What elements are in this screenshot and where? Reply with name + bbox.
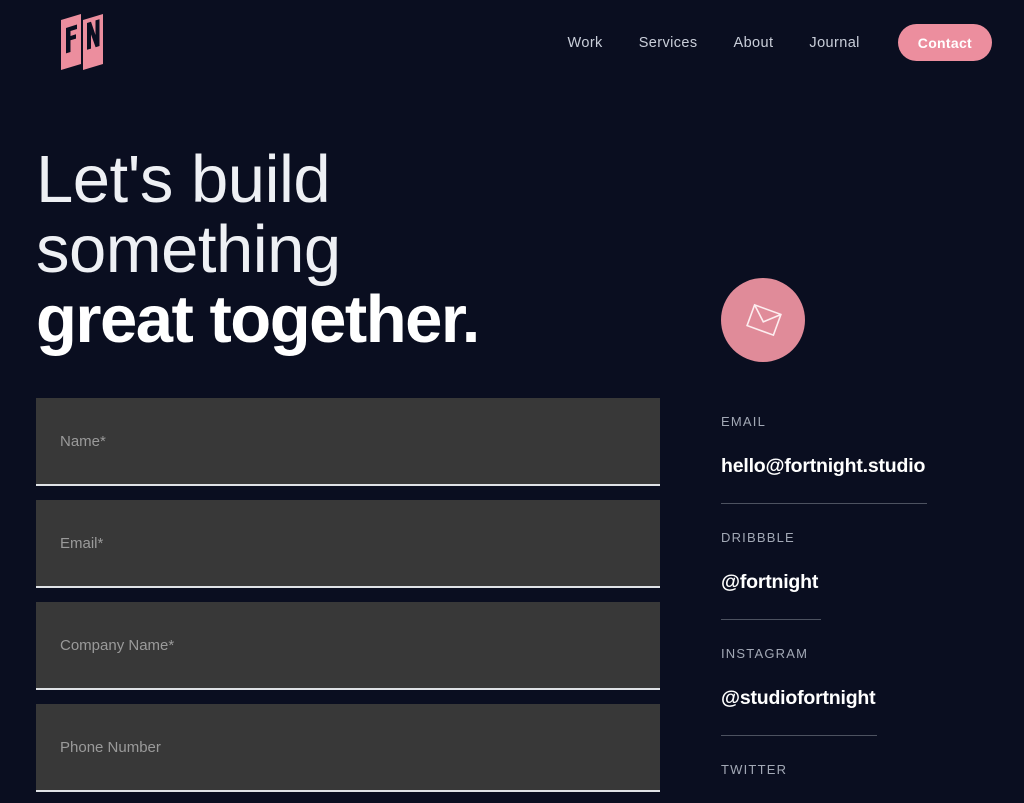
contact-label-instagram: INSTAGRAM: [721, 646, 809, 661]
envelope-icon: [746, 303, 782, 337]
name-input[interactable]: [36, 398, 660, 484]
contact-label-email: EMAIL: [721, 414, 767, 429]
contact-label-dribbble: DRIBBBLE: [721, 530, 795, 545]
envelope-badge: [721, 278, 805, 362]
company-input[interactable]: [36, 602, 660, 688]
nav-item-work[interactable]: Work: [550, 25, 621, 61]
site-header: Work Services About Journal Contact: [0, 0, 1024, 84]
contact-label-twitter: TWITTER: [721, 762, 788, 777]
contact-value-dribbble[interactable]: @fortnight: [721, 571, 818, 594]
divider-instagram: [721, 735, 877, 736]
contact-value-email[interactable]: hello@fortnight.studio: [721, 455, 925, 478]
contact-button[interactable]: Contact: [897, 24, 992, 61]
phone-input[interactable]: [36, 704, 660, 790]
contact-value-instagram[interactable]: @studiofortnight: [721, 687, 876, 710]
field-email[interactable]: [36, 500, 660, 588]
contact-block-instagram: INSTAGRAM @studiofortnight: [721, 646, 1021, 736]
contact-details-sidebar: EMAIL hello@fortnight.studio DRIBBBLE @f…: [721, 278, 1021, 803]
divider-email: [721, 503, 927, 504]
nav-item-journal[interactable]: Journal: [791, 25, 877, 61]
contact-form: [36, 398, 660, 803]
contact-block-twitter: TWITTER: [721, 762, 1021, 777]
main-navigation: Work Services About Journal Contact: [550, 24, 992, 61]
heading-line-2: something: [36, 212, 341, 287]
heading-line-3: great together.: [36, 282, 480, 357]
contact-block-email: EMAIL hello@fortnight.studio: [721, 414, 1021, 504]
nav-item-services[interactable]: Services: [621, 25, 716, 61]
field-company[interactable]: [36, 602, 660, 690]
contact-block-dribbble: DRIBBBLE @fortnight: [721, 530, 1021, 620]
fn-logo[interactable]: [47, 12, 111, 72]
page-title: Let's build something great together.: [36, 145, 676, 355]
field-phone[interactable]: [36, 704, 660, 792]
nav-item-about[interactable]: About: [716, 25, 792, 61]
email-input[interactable]: [36, 500, 660, 586]
heading-line-1: Let's build: [36, 142, 331, 217]
divider-dribbble: [721, 619, 821, 620]
field-name[interactable]: [36, 398, 660, 486]
